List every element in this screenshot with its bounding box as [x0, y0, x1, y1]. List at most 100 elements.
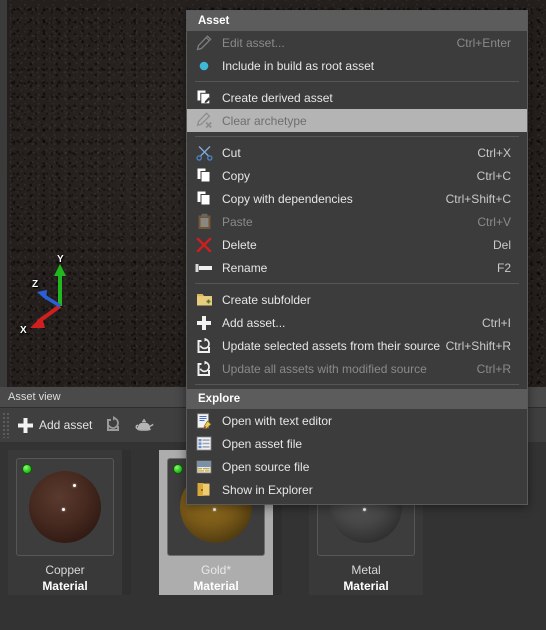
menu-item-add-asset[interactable]: Add asset... Ctrl+I — [187, 311, 527, 334]
specular-highlight — [213, 508, 216, 511]
folder-new-icon — [193, 291, 215, 309]
add-asset-button[interactable]: Add asset — [11, 410, 98, 440]
menu-item-label: Open source file — [222, 459, 310, 474]
menu-separator — [195, 81, 519, 82]
gizmo-label-x: X — [20, 325, 27, 336]
menu-item-delete[interactable]: Delete Del — [187, 233, 527, 256]
asset-view-title: Asset view — [8, 391, 61, 403]
refresh-assets-button[interactable] — [98, 410, 128, 440]
plus-icon — [17, 417, 34, 434]
asset-card-copper[interactable]: Copper Material — [8, 450, 122, 595]
menu-item-shortcut: F2 — [496, 260, 511, 275]
refresh-icon — [104, 416, 122, 434]
source-file-icon — [193, 458, 215, 476]
status-badge — [173, 464, 183, 474]
menu-item-label: Cut — [222, 145, 241, 160]
menu-item-label: Show in Explorer — [222, 482, 313, 497]
menu-item-label: Edit asset... — [222, 35, 285, 50]
update-icon — [193, 337, 215, 355]
menu-item-cut[interactable]: Cut Ctrl+X — [187, 141, 527, 164]
app-root: Y X Z Asset view Add asset Copper Materi… — [0, 0, 546, 630]
gizmo-label-y: Y — [57, 254, 64, 265]
specular-highlight — [62, 508, 65, 511]
menu-item-edit-asset[interactable]: Edit asset... Ctrl+Enter — [187, 31, 527, 54]
menu-item-label: Open with text editor — [222, 413, 333, 428]
menu-item-update-all-assets[interactable]: Update all assets with modified source C… — [187, 357, 527, 380]
text-editor-icon — [193, 412, 215, 430]
menu-item-shortcut: Ctrl+Shift+C — [445, 191, 511, 206]
menu-item-clear-archetype[interactable]: Clear archetype — [187, 109, 527, 132]
rename-icon — [193, 259, 215, 277]
menu-item-paste[interactable]: Paste Ctrl+V — [187, 210, 527, 233]
axis-gizmo: Y X Z — [20, 254, 90, 348]
menu-item-show-in-explorer[interactable]: Show in Explorer — [187, 478, 527, 501]
menu-item-include-in-build[interactable]: Include in build as root asset — [187, 54, 527, 77]
menu-item-shortcut: Ctrl+R — [476, 361, 511, 376]
plus-icon — [193, 314, 215, 332]
menu-item-open-with-text-editor[interactable]: Open with text editor — [187, 409, 527, 432]
context-menu-header: Asset — [187, 11, 527, 31]
menu-item-create-subfolder[interactable]: Create subfolder — [187, 288, 527, 311]
menu-item-label: Update all assets with modified source — [222, 361, 427, 376]
menu-item-shortcut: Ctrl+I — [481, 315, 511, 330]
menu-item-label: Update selected assets from their source — [222, 338, 441, 353]
menu-item-label: Copy — [222, 168, 251, 183]
menu-separator — [195, 136, 519, 137]
gizmo-label-z: Z — [32, 279, 39, 290]
menu-item-update-selected-assets[interactable]: Update selected assets from their source… — [187, 334, 527, 357]
asset-thumbnail — [16, 458, 114, 556]
menu-item-label: Add asset... — [222, 315, 286, 330]
menu-item-copy-with-dependencies[interactable]: Copy with dependencies Ctrl+Shift+C — [187, 187, 527, 210]
asset-type: Material — [343, 579, 389, 593]
menu-item-shortcut: Ctrl+C — [476, 168, 511, 183]
context-menu-explore-header: Explore — [187, 389, 527, 409]
bullet-dot-icon — [193, 57, 215, 75]
asset-context-menu: Asset Edit asset... Ctrl+Enter Include i… — [186, 10, 528, 505]
copy-pencil-icon — [193, 89, 215, 107]
grid-gap — [122, 450, 131, 595]
menu-item-label: Clear archetype — [222, 113, 307, 128]
asset-file-icon — [193, 435, 215, 453]
preview-teapot-button[interactable] — [128, 410, 160, 440]
menu-item-create-derived-asset[interactable]: Create derived asset — [187, 86, 527, 109]
menu-item-shortcut: Ctrl+Shift+R — [445, 338, 511, 353]
menu-item-open-source-file[interactable]: Open source file — [187, 455, 527, 478]
menu-item-shortcut: Ctrl+X — [477, 145, 511, 160]
toolbar-grip-handle[interactable] — [2, 412, 11, 438]
scissors-icon — [193, 144, 215, 162]
asset-name: Gold* — [200, 563, 232, 577]
menu-item-label: Create subfolder — [222, 292, 311, 307]
asset-type: Material — [193, 579, 239, 593]
menu-item-label: Paste — [222, 214, 253, 229]
specular-highlight — [363, 508, 366, 511]
teapot-icon — [134, 417, 154, 433]
pencil-icon — [193, 34, 215, 52]
menu-item-shortcut: Del — [492, 237, 511, 252]
axis-gizmo-svg — [30, 264, 66, 328]
menu-item-label: Include in build as root asset — [222, 58, 375, 73]
add-asset-label: Add asset — [39, 418, 93, 432]
asset-name: Metal — [351, 563, 381, 577]
pencil-x-icon — [193, 112, 215, 130]
menu-item-copy[interactable]: Copy Ctrl+C — [187, 164, 527, 187]
menu-item-open-asset-file[interactable]: Open asset file — [187, 432, 527, 455]
menu-item-shortcut: Ctrl+V — [477, 214, 511, 229]
copy-icon — [193, 167, 215, 185]
status-badge — [22, 464, 32, 474]
viewport-left-edge — [0, 0, 7, 387]
folder-open-icon — [193, 481, 215, 499]
menu-item-shortcut: Ctrl+Enter — [456, 35, 511, 50]
menu-item-label: Delete — [222, 237, 257, 252]
copy-icon — [193, 190, 215, 208]
update-icon — [193, 360, 215, 378]
menu-separator — [195, 384, 519, 385]
menu-item-label: Copy with dependencies — [222, 191, 353, 206]
menu-item-label: Create derived asset — [222, 90, 333, 105]
asset-type: Material — [42, 579, 88, 593]
menu-item-rename[interactable]: Rename F2 — [187, 256, 527, 279]
asset-name: Copper — [45, 563, 85, 577]
menu-separator — [195, 283, 519, 284]
menu-item-label: Rename — [222, 260, 268, 275]
clipboard-icon — [193, 213, 215, 231]
material-sphere-preview — [29, 471, 101, 543]
